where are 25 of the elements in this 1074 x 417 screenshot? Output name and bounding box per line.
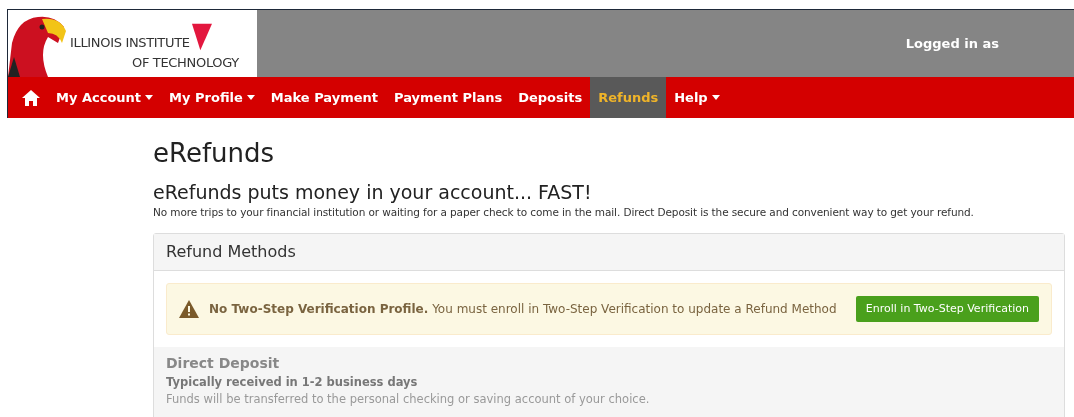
page-subtitle: eRefunds puts money in your account... FAST! (153, 180, 593, 204)
enroll-button[interactable]: Enroll in Two-Step Verification (855, 296, 1039, 322)
intro-text: No more trips to your financial institution or waiting for a paper check to come in the mail. Direct Deposit is the secure and convenient way to get your refund. (153, 205, 974, 220)
nav-item[interactable]: Deposits (510, 77, 591, 118)
page-title: eRefunds (153, 137, 276, 170)
method-timing: Typically received in 1-2 business days (166, 374, 419, 391)
alert-message: No Two-Step Verification Profile. You must enroll in Two-Step Verification to update a Refund Method (209, 301, 838, 318)
method-title: Direct Deposit (166, 354, 281, 373)
caret-icon (246, 95, 255, 100)
logo-text: ILLINOIS INSTITUTE (70, 34, 190, 52)
panel-title: Refund Methods (166, 241, 296, 263)
warning-icon (179, 300, 199, 318)
nav-item[interactable]: Payment Plans (386, 77, 511, 118)
caret-icon (711, 95, 720, 100)
triangle-logo-icon (191, 23, 212, 51)
method-description: Funds will be transferred to the personal checking or saving account of your choice. (166, 391, 651, 409)
home-icon[interactable] (22, 89, 40, 106)
nav-item[interactable]: Refunds (590, 77, 667, 118)
caret-icon (145, 95, 154, 100)
nav-item[interactable]: Help (666, 77, 728, 118)
login-status: Logged in as (905, 34, 999, 53)
logo-text: OF TECHNOLOGY (131, 54, 239, 72)
nav-item[interactable]: My Profile (161, 77, 263, 118)
nav-item[interactable]: Make Payment (262, 77, 386, 118)
nav-item[interactable]: My Account (48, 77, 162, 118)
